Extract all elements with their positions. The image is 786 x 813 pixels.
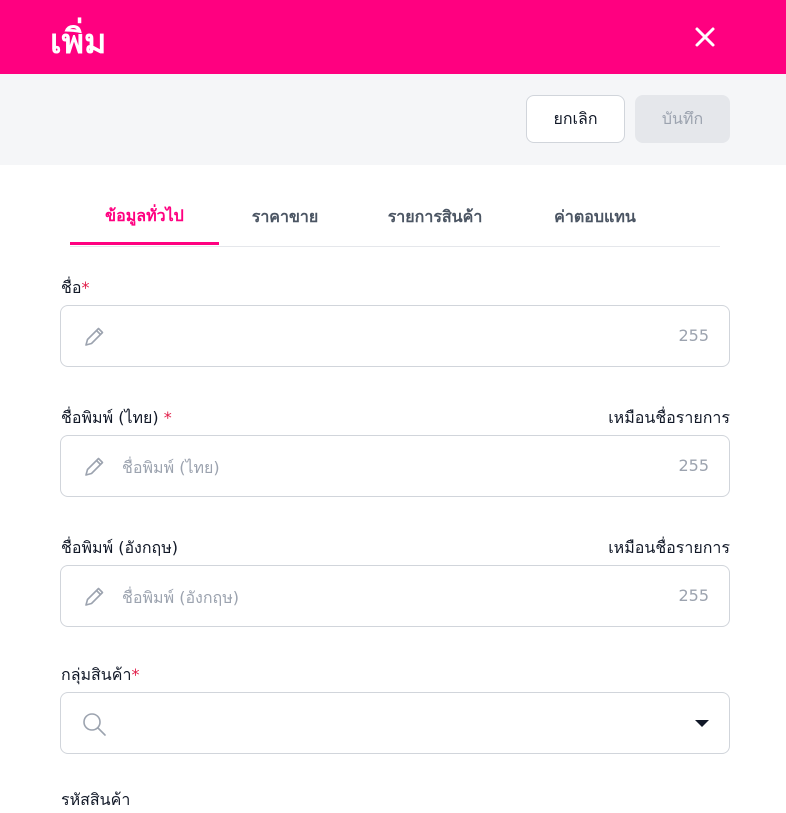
required-mark: * (131, 665, 140, 684)
name-label: ชื่อ* (61, 278, 90, 297)
tab-compensation[interactable]: ค่าตอบแทน (525, 190, 665, 244)
tab-price[interactable]: ราคาขาย (225, 190, 345, 244)
close-icon[interactable] (690, 22, 720, 52)
print-en-label: ชื่อพิมพ์ (อังกฤษ) (61, 538, 179, 557)
name-field[interactable]: 255 (60, 305, 730, 367)
chevron-down-icon[interactable] (695, 720, 709, 727)
group-label: กลุ่มสินค้า* (61, 665, 140, 684)
save-button[interactable]: บันทึก (635, 95, 730, 143)
print-th-placeholder: ชื่อพิมพ์ (ไทย) (122, 458, 220, 477)
modal-title: เพิ่ม (50, 22, 107, 62)
pencil-icon (85, 587, 104, 606)
char-count: 255 (678, 456, 709, 475)
print-en-field[interactable]: ชื่อพิมพ์ (อังกฤษ) 255 (60, 565, 730, 627)
char-count: 255 (678, 586, 709, 605)
pencil-icon (85, 457, 104, 476)
search-icon (83, 713, 106, 736)
action-bar: ยกเลิก บันทึก (0, 74, 786, 165)
tab-items[interactable]: รายการสินค้า (360, 190, 510, 244)
group-select[interactable] (60, 692, 730, 754)
tab-bar: ข้อมูลทั่วไป ราคาขาย รายการสินค้า ค่าตอบ… (70, 190, 720, 247)
code-label: รหัสสินค้า (61, 790, 131, 809)
print-en-placeholder: ชื่อพิมพ์ (อังกฤษ) (122, 588, 240, 607)
char-count: 255 (678, 326, 709, 345)
required-mark: * (81, 278, 90, 297)
same-as-name-link-en[interactable]: เหมือนชื่อรายการ (608, 536, 730, 561)
cancel-button[interactable]: ยกเลิก (526, 95, 625, 143)
modal-header: เพิ่ม (0, 0, 786, 74)
same-as-name-link-th[interactable]: เหมือนชื่อรายการ (608, 406, 730, 431)
print-th-field[interactable]: ชื่อพิมพ์ (ไทย) 255 (60, 435, 730, 497)
tab-general[interactable]: ข้อมูลทั่วไป (70, 190, 219, 245)
print-th-label: ชื่อพิมพ์ (ไทย) * (61, 408, 172, 427)
pencil-icon (85, 327, 104, 346)
required-mark: * (163, 408, 172, 427)
